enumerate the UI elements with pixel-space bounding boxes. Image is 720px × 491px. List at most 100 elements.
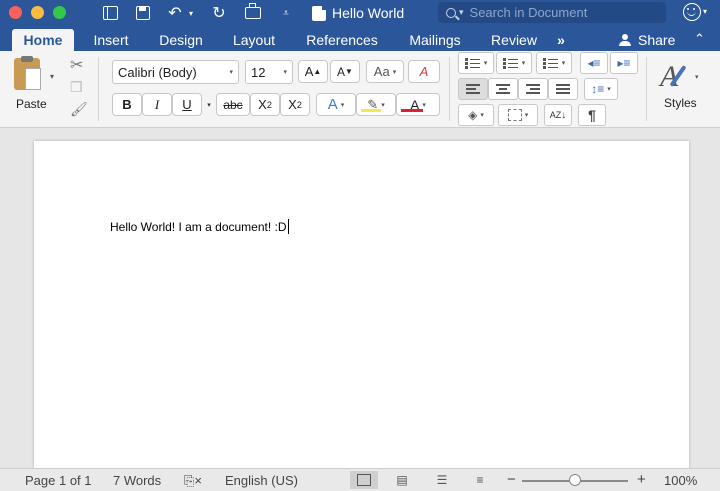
tab-review[interactable]: Review xyxy=(484,29,544,51)
feedback-dropdown-icon[interactable]: ▾ xyxy=(703,7,707,16)
outline-view-button[interactable]: ☰ xyxy=(428,471,456,489)
tab-references[interactable]: References xyxy=(298,29,386,51)
paste-label[interactable]: Paste xyxy=(16,97,47,111)
change-case-button[interactable]: Aa ▾ xyxy=(366,60,404,83)
tab-insert[interactable]: Insert xyxy=(84,29,138,51)
line-spacing-button[interactable]: ↕≡ ▾ xyxy=(584,78,618,100)
language[interactable]: English (US) xyxy=(225,473,298,488)
undo-dropdown-icon[interactable]: ▾ xyxy=(186,3,196,23)
print-layout-view-button[interactable] xyxy=(350,471,378,489)
window-title-text: Hello World xyxy=(332,5,405,21)
bullet-list-icon xyxy=(464,57,481,69)
customize-toolbar-icon[interactable]: ⩡ xyxy=(280,3,292,23)
chevron-down-icon: ▾ xyxy=(483,60,488,67)
align-center-button[interactable] xyxy=(488,78,518,100)
superscript-button[interactable]: X2 xyxy=(280,93,310,116)
shading-button[interactable]: ◈ ▾ xyxy=(458,104,494,126)
undo-icon[interactable]: ↶ xyxy=(164,3,186,23)
align-right-button[interactable] xyxy=(518,78,548,100)
zoom-in-button[interactable]: + xyxy=(637,471,646,488)
shrink-font-icon: ▼ xyxy=(345,67,353,76)
chevron-down-icon: ▾ xyxy=(422,101,426,109)
grow-font-icon: ▲ xyxy=(313,67,322,76)
increase-indent-button[interactable]: ▸≡ xyxy=(610,52,638,74)
text-effects-button[interactable]: A ▾ xyxy=(316,93,356,116)
document-title: Hello World xyxy=(312,3,404,23)
styles-dropdown-icon[interactable]: ▾ xyxy=(695,73,699,81)
borders-button[interactable]: ▾ xyxy=(498,104,538,126)
paste-dropdown-icon[interactable]: ▾ xyxy=(50,72,54,81)
justify-icon xyxy=(556,84,570,94)
format-painter-icon[interactable]: 🖌 xyxy=(70,101,88,118)
zoom-out-button[interactable]: − xyxy=(507,471,516,488)
underline-button[interactable]: U xyxy=(172,93,202,116)
shrink-font-button[interactable]: A ▼ xyxy=(330,60,360,83)
tab-mailings[interactable]: Mailings xyxy=(400,29,470,51)
grow-font-letter: A xyxy=(304,64,314,79)
zoom-slider-thumb[interactable] xyxy=(569,474,581,486)
underline-dropdown-icon[interactable]: ▾ xyxy=(203,93,215,116)
print-icon[interactable] xyxy=(242,3,264,23)
word-count[interactable]: 7 Words xyxy=(113,473,161,488)
more-tabs-icon[interactable]: » xyxy=(550,29,572,51)
subscript-button[interactable]: X2 xyxy=(250,93,280,116)
italic-button[interactable]: I xyxy=(142,93,172,116)
cut-scissors-icon[interactable]: ✂ xyxy=(70,55,83,75)
decrease-indent-icon: ◂≡ xyxy=(587,56,601,70)
show-formatting-button[interactable]: ¶ xyxy=(578,104,606,126)
tab-layout[interactable]: Layout xyxy=(226,29,282,51)
copy-icon[interactable]: ❐ xyxy=(70,79,83,96)
change-case-label: Aa xyxy=(373,64,390,79)
draft-view-button[interactable]: ≡ xyxy=(466,471,494,489)
ribbon-tabs: Home Insert Design Layout References Mai… xyxy=(0,26,720,51)
search-field[interactable]: ▾ Search in Document xyxy=(438,2,666,23)
sidebar-toggle-icon[interactable] xyxy=(100,3,120,23)
font-size-select[interactable]: 12 ▾ xyxy=(245,60,293,84)
grow-font-button[interactable]: A ▲ xyxy=(298,60,328,83)
text-effects-icon: A xyxy=(327,96,338,113)
page-count[interactable]: Page 1 of 1 xyxy=(25,473,92,488)
bullets-button[interactable]: ▾ xyxy=(458,52,494,74)
highlight-color-button[interactable]: ✎ ▾ xyxy=(356,93,396,116)
proofing-icon[interactable]: ⎘× xyxy=(184,473,202,489)
share-button[interactable]: Share xyxy=(619,29,675,51)
feedback-smiley-icon[interactable] xyxy=(683,3,701,21)
font-size-value: 12 xyxy=(251,64,266,80)
font-color-button[interactable]: A ▾ xyxy=(396,93,440,116)
collapse-ribbon-icon[interactable]: ⌃ xyxy=(694,31,705,47)
web-layout-view-button[interactable]: ▤ xyxy=(388,471,416,489)
paint-bucket-icon: ◈ xyxy=(468,108,478,122)
clear-formatting-button[interactable]: A xyxy=(408,60,440,83)
numbering-button[interactable]: ▾ xyxy=(496,52,532,74)
styles-label[interactable]: Styles xyxy=(664,96,697,110)
sort-button[interactable]: AZ ↓ xyxy=(544,104,572,126)
multilevel-list-button[interactable]: ▾ xyxy=(536,52,572,74)
chevron-down-icon: ▾ xyxy=(607,86,611,93)
decrease-indent-button[interactable]: ◂≡ xyxy=(580,52,608,74)
save-icon[interactable] xyxy=(133,3,153,23)
font-color-swatch xyxy=(401,109,423,112)
borders-icon xyxy=(507,109,522,121)
zoom-level[interactable]: 100% xyxy=(664,473,697,488)
paste-clipboard-icon[interactable] xyxy=(14,56,41,90)
document-page[interactable]: Hello World! I am a document! :D xyxy=(34,141,689,468)
numbered-list-icon xyxy=(502,57,519,69)
redo-icon[interactable]: ↻ xyxy=(209,3,229,23)
ribbon-divider xyxy=(449,57,450,121)
document-body[interactable]: Hello World! I am a document! :D xyxy=(110,219,289,234)
font-name-value: Calibri (Body) xyxy=(118,64,197,80)
superscript-letter: X xyxy=(288,97,297,112)
strikethrough-button[interactable]: abc xyxy=(216,93,250,116)
tab-design[interactable]: Design xyxy=(152,29,210,51)
align-left-button[interactable] xyxy=(458,78,488,100)
close-window-button[interactable] xyxy=(9,6,22,19)
bold-button[interactable]: B xyxy=(112,93,142,116)
chevron-down-icon: ▾ xyxy=(524,112,529,119)
chevron-down-icon: ▾ xyxy=(392,68,397,76)
justify-button[interactable] xyxy=(548,78,578,100)
search-options-icon[interactable]: ▾ xyxy=(459,7,464,18)
minimize-window-button[interactable] xyxy=(31,6,44,19)
zoom-window-button[interactable] xyxy=(53,6,66,19)
font-name-select[interactable]: Calibri (Body) ▾ xyxy=(112,60,239,84)
tab-home[interactable]: Home xyxy=(12,29,74,51)
